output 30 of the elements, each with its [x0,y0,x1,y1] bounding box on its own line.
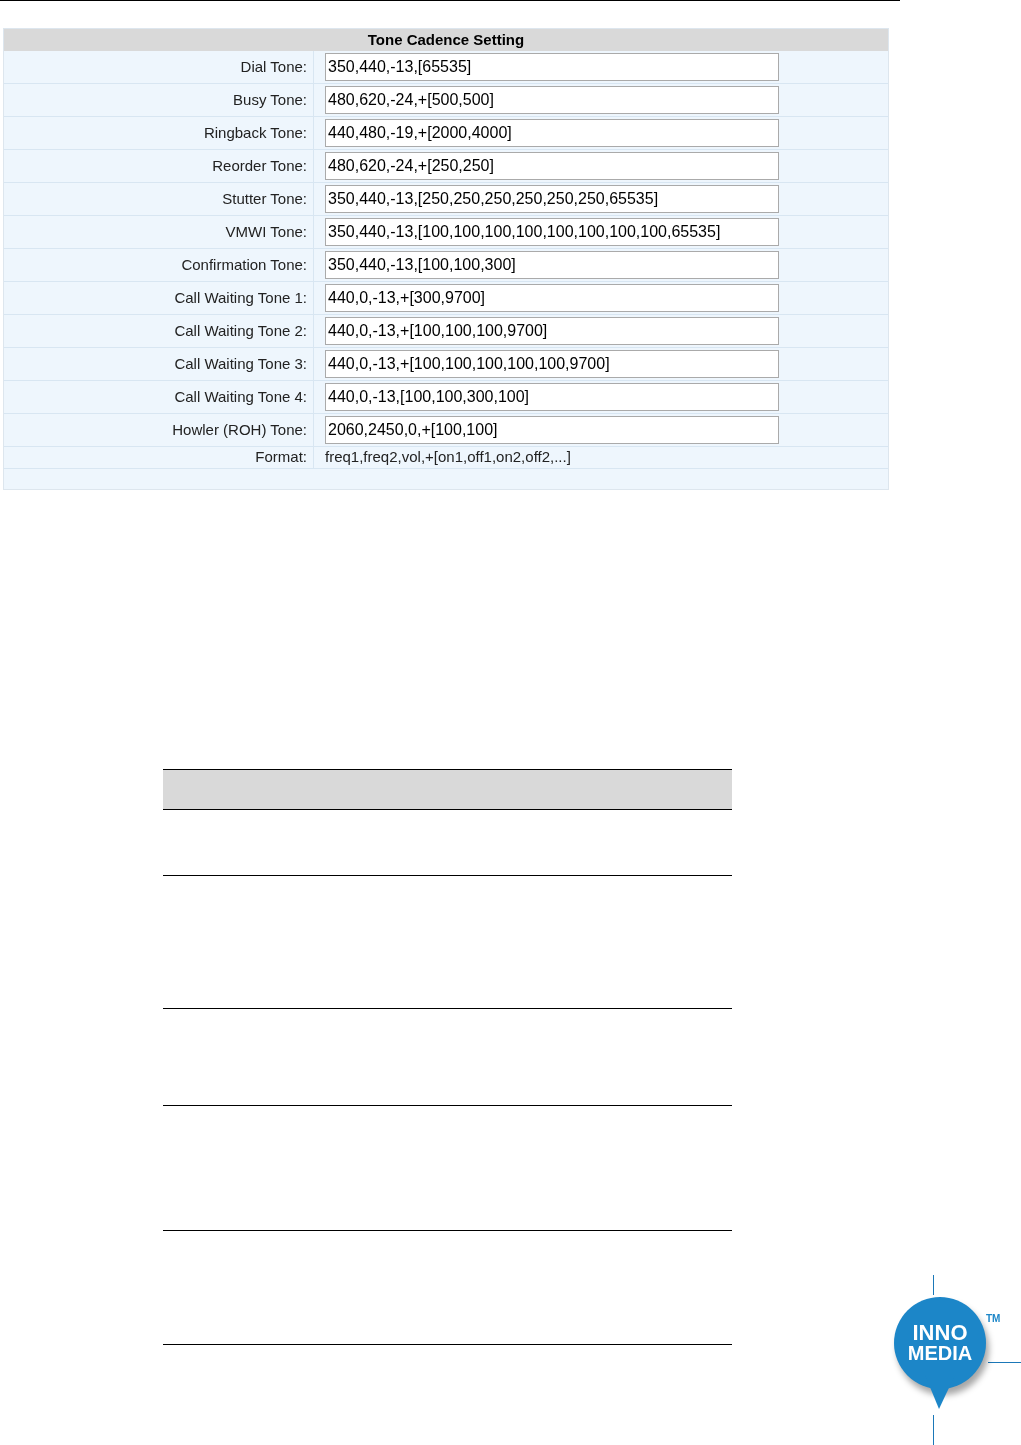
field-label: Ringback Tone: [203,122,307,143]
trademark-mark: TM [986,1314,1001,1324]
input-field[interactable]: 350,440,-13,[100,100,300] [325,251,779,279]
format-hint: freq1,freq2,vol,+[on1,off1,on2,off2,...] [325,447,571,468]
input-field[interactable]: 480,620,-24,+[250,250] [325,152,779,180]
field-label: Reorder Tone: [212,155,307,176]
field-label: Howler (ROH) Tone: [172,419,307,440]
field-label: Call Waiting Tone 3: [174,353,307,374]
panel-title: Tone Cadence Setting [4,29,888,51]
field-label: Call Waiting Tone 1: [174,287,307,308]
logo-text: MEDIA [907,1343,973,1364]
field-label: Call Waiting Tone 2: [174,320,307,341]
input-field[interactable]: 440,0,-13,+[300,9700] [325,284,779,312]
input-field[interactable]: 440,0,-13,[100,100,300,100] [325,383,779,411]
input-field[interactable]: 350,440,-13,[65535] [325,53,779,81]
field-label: VMWI Tone: [225,221,307,242]
field-label: Busy Tone: [233,89,307,110]
field-label: Confirmation Tone: [181,254,307,275]
input-field[interactable]: 350,440,-13,[100,100,100,100,100,100,100,100,65535] [325,218,779,246]
field-label: Dial Tone: [240,56,307,77]
field-label: Stutter Tone: [222,188,307,209]
input-field[interactable]: 440,480,-19,+[2000,4000] [325,119,779,147]
input-field[interactable]: 480,620,-24,+[500,500] [325,86,779,114]
input-field[interactable]: 440,0,-13,+[100,100,100,9700] [325,317,779,345]
input-field[interactable]: 2060,2450,0,+[100,100] [325,416,779,444]
input-field[interactable]: 440,0,-13,+[100,100,100,100,100,9700] [325,350,779,378]
input-field[interactable]: 350,440,-13,[250,250,250,250,250,250,65535] [325,185,779,213]
logo-text: INNO [912,1322,968,1343]
field-label: Call Waiting Tone 4: [174,386,307,407]
field-label: Format: [255,447,307,468]
